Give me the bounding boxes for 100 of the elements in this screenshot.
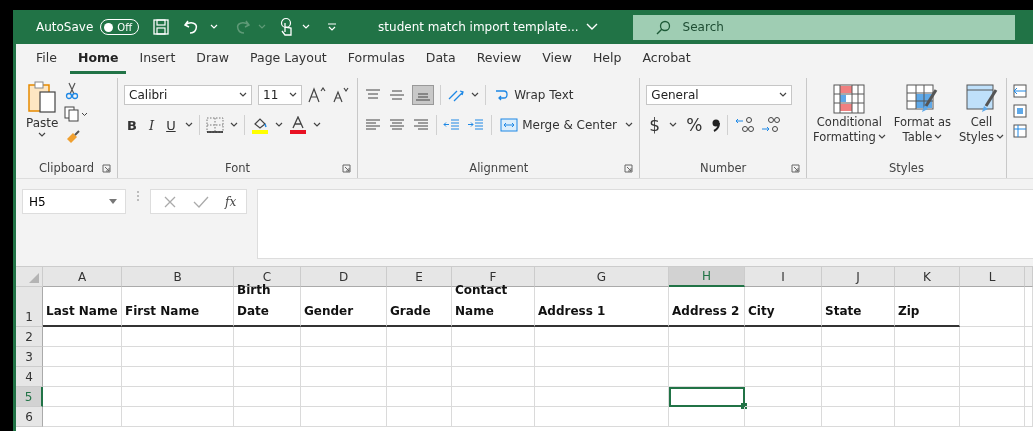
column-header[interactable]: D: [301, 267, 387, 287]
row-header[interactable]: 5: [16, 387, 43, 407]
wrap-text-button[interactable]: Wrap Text: [492, 87, 576, 103]
copy-icon[interactable]: [64, 106, 89, 122]
chevron-down-icon[interactable]: [585, 23, 598, 31]
table-cell: [960, 407, 1025, 427]
ribbon-tab[interactable]: Review: [468, 46, 530, 74]
column-header[interactable]: I: [745, 267, 822, 287]
scissors-icon[interactable]: [64, 82, 81, 100]
table-cell: [895, 387, 960, 407]
table-cell: [387, 347, 452, 367]
row-header[interactable]: 4: [16, 367, 43, 387]
row-header[interactable]: 3: [16, 347, 43, 367]
table-cell: [234, 407, 301, 427]
dialog-launcher-icon[interactable]: [791, 164, 800, 173]
column-header[interactable]: B: [122, 267, 234, 287]
column-header[interactable]: K: [895, 267, 960, 287]
table-cell: [960, 327, 1025, 347]
increase-font-icon[interactable]: [308, 87, 327, 103]
customize-icon[interactable]: [327, 22, 338, 32]
table-cell: [234, 387, 301, 407]
font-size-dropdown[interactable]: 11: [258, 85, 303, 105]
decrease-decimal-icon[interactable]: [760, 116, 781, 134]
column-header[interactable]: J: [822, 267, 895, 287]
caret-icon[interactable]: [625, 122, 633, 128]
comma-style-icon[interactable]: [711, 117, 722, 133]
borders-icon[interactable]: [205, 117, 224, 133]
caret-icon: [38, 132, 47, 138]
header-text: First Name: [125, 303, 200, 320]
table-cell: [960, 347, 1025, 367]
styles-button[interactable]: Conditional Formatting: [813, 84, 886, 144]
italic-button[interactable]: I: [146, 117, 158, 133]
row-header[interactable]: 2: [16, 327, 43, 347]
caret-icon[interactable]: [669, 122, 678, 128]
fill-color-icon[interactable]: [250, 116, 269, 134]
table-cell: [960, 367, 1025, 387]
caret-icon[interactable]: [471, 92, 480, 98]
ribbon-tab[interactable]: Help: [584, 46, 630, 74]
header-text: City: [748, 303, 775, 320]
conditional-formatting-icon: [833, 84, 866, 114]
number-format-dropdown[interactable]: General: [646, 85, 793, 105]
ribbon-tab[interactable]: Insert: [131, 46, 184, 74]
selected-cell[interactable]: [669, 387, 745, 407]
ribbon-tab[interactable]: Page Layout: [242, 46, 335, 74]
ribbon-tab[interactable]: Data: [417, 46, 464, 74]
column-header[interactable]: E: [387, 267, 452, 287]
caret-icon[interactable]: [229, 122, 238, 128]
delete-cells-icon[interactable]: [1013, 104, 1027, 118]
bold-button[interactable]: B: [124, 117, 140, 133]
caret-icon[interactable]: [184, 122, 193, 128]
format-cells-icon[interactable]: [1013, 124, 1027, 138]
decrease-font-icon[interactable]: [332, 87, 351, 103]
search-field[interactable]: Search: [632, 14, 1015, 40]
underline-button[interactable]: U: [163, 117, 179, 133]
check-icon[interactable]: [193, 194, 209, 209]
font-color-icon[interactable]: [288, 116, 307, 134]
ribbon-tab[interactable]: Home: [69, 46, 127, 74]
dialog-launcher-icon[interactable]: [624, 164, 634, 173]
caret-icon: [109, 199, 117, 204]
row-header[interactable]: 6: [16, 407, 43, 427]
merge-center-button[interactable]: Merge & Center: [498, 117, 619, 133]
percent-button[interactable]: %: [683, 115, 706, 135]
table-cell: [234, 367, 301, 387]
column-header[interactable]: L: [960, 267, 1025, 287]
currency-button[interactable]: $: [646, 115, 664, 135]
table-cell: [895, 367, 960, 387]
caret-icon[interactable]: [274, 122, 283, 128]
dialog-launcher-icon[interactable]: [102, 164, 112, 173]
table-cell: [387, 407, 452, 427]
header-text: State: [825, 303, 862, 320]
save-icon[interactable]: [152, 18, 171, 36]
column-header[interactable]: G: [535, 267, 669, 287]
paste-button[interactable]: Paste: [22, 80, 63, 138]
styles-button[interactable]: Cell Styles: [959, 84, 1004, 144]
insert-function-button[interactable]: fx: [225, 194, 237, 209]
column-header[interactable]: A: [43, 267, 122, 287]
ribbon-tab[interactable]: Acrobat: [634, 46, 699, 74]
increase-decimal-icon[interactable]: [734, 116, 755, 134]
insert-cells-icon[interactable]: [1013, 84, 1027, 98]
ribbon-tab[interactable]: Draw: [188, 46, 237, 74]
dialog-launcher-icon[interactable]: [342, 164, 352, 173]
table-cell: [387, 367, 452, 387]
caret-icon: [239, 92, 248, 98]
table-cell: [960, 387, 1025, 407]
row-header[interactable]: 1: [16, 287, 43, 327]
align-bottom-icon[interactable]: [412, 85, 435, 105]
styles-button[interactable]: Format as Table: [893, 84, 952, 144]
ribbon-tab[interactable]: File: [28, 46, 65, 74]
caret-icon[interactable]: [312, 122, 321, 128]
document-title: student match import template...: [378, 20, 579, 34]
header-text: Gender: [304, 303, 354, 320]
header-text: Last Name: [46, 303, 118, 320]
text-orientation-icon[interactable]: [447, 87, 466, 103]
name-box[interactable]: H5: [22, 189, 126, 214]
column-header[interactable]: H: [669, 267, 745, 287]
formula-input[interactable]: [257, 189, 1033, 259]
ribbon-tab[interactable]: View: [534, 46, 580, 74]
ribbon-tab[interactable]: Formulas: [339, 46, 413, 74]
font-name-dropdown[interactable]: Calibri: [124, 85, 253, 105]
table-cell: [895, 347, 960, 367]
